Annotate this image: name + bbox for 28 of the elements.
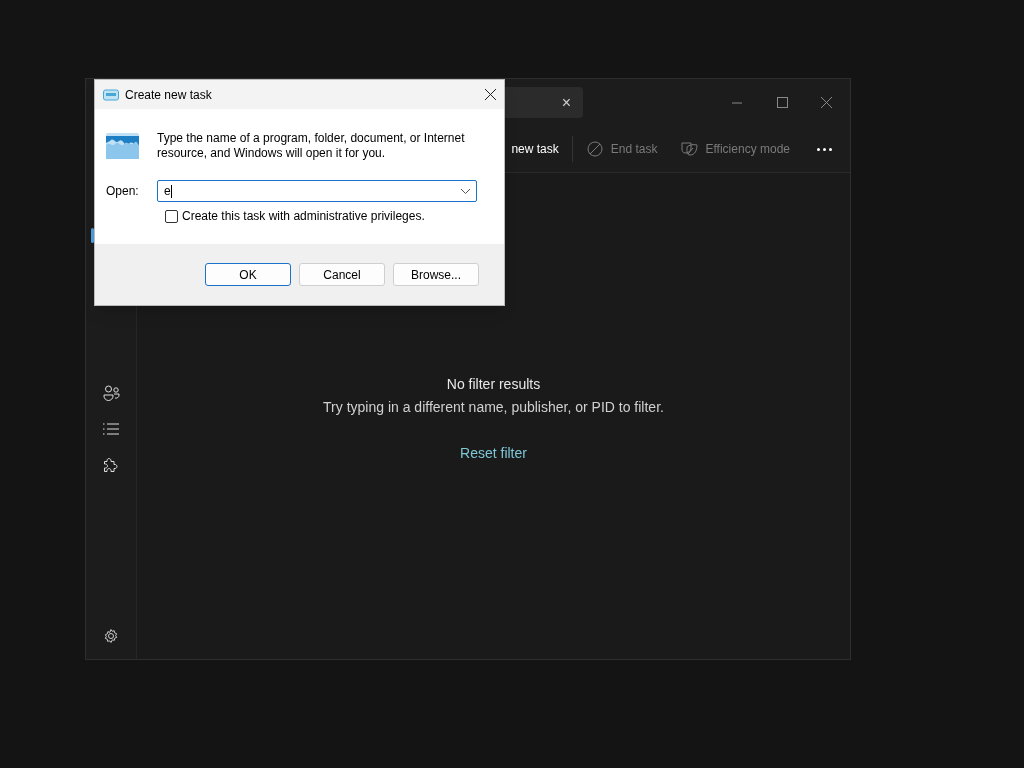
dialog-button[interactable]: Cancel xyxy=(299,263,385,286)
run-icon xyxy=(106,133,139,159)
dialog-message: Type the name of a program, folder, document, or Internet resource, and Windows will open it for you. xyxy=(157,131,466,161)
dialog-title: Create new task xyxy=(125,86,212,104)
people-icon[interactable] xyxy=(102,385,120,401)
puzzle-icon[interactable] xyxy=(103,457,119,473)
checkbox[interactable] xyxy=(165,209,178,223)
close-icon[interactable] xyxy=(485,89,496,100)
leaf-icon xyxy=(680,141,698,157)
list-icon[interactable] xyxy=(103,423,119,435)
open-label: Open: xyxy=(106,183,140,200)
more-icon[interactable] xyxy=(817,147,832,151)
dropdown-caret-icon[interactable] xyxy=(461,188,470,194)
checkbox-label: Create this task with administrative privileges. xyxy=(182,208,425,225)
open-combobox[interactable]: e xyxy=(157,180,477,202)
dialog-button[interactable]: OK xyxy=(205,263,291,286)
prohibited-icon xyxy=(586,141,603,157)
maximize-icon[interactable] xyxy=(777,97,788,108)
clear-button[interactable]: × xyxy=(561,90,571,115)
empty-state-title: No filter results xyxy=(446,375,541,394)
app-icon xyxy=(103,88,119,101)
reset-filter-link[interactable]: Reset filter xyxy=(460,443,527,464)
empty-state-message: Try typing in a different name, publisher, or PID to filter. xyxy=(323,398,664,417)
open-field-value: e xyxy=(164,183,171,200)
toolbar-button[interactable]: new task xyxy=(511,140,559,158)
selection-indicator xyxy=(91,228,94,243)
settings-icon[interactable] xyxy=(103,628,119,644)
dialog-button[interactable]: Browse... xyxy=(393,263,479,286)
